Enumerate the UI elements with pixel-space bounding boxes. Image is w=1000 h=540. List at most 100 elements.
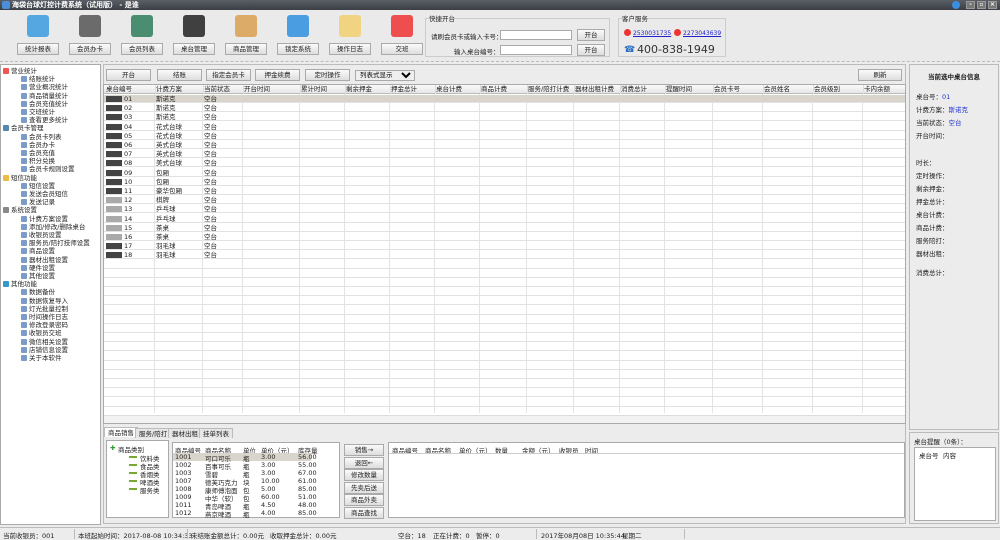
sidebar-group-3[interactable]: 系统设置 [3,206,37,214]
table-row[interactable]: 06 英式台球 空台 [104,141,905,149]
help-icon[interactable] [952,1,960,9]
table-row[interactable]: 11 豪华包厢 空台 [104,187,905,195]
column-header[interactable]: 计费方案 [156,85,204,94]
column-header[interactable]: 押金总计 [391,85,436,94]
column-header[interactable]: 桌台编号 [106,85,156,94]
table-row[interactable]: 12 棋牌 空台 [104,196,905,205]
sidebar-item[interactable]: 发送会员短信 [21,190,68,198]
action-button-2[interactable]: 指定会员卡 [206,69,251,81]
table-row[interactable]: 17 羽毛球 空台 [104,242,905,251]
sidebar-item[interactable]: 营业概况统计 [21,83,68,91]
sidebar-item[interactable]: 店铺信息设置 [21,346,68,354]
close-button[interactable]: × [988,1,997,9]
table-row[interactable]: 15 茶桌 空台 [104,224,905,232]
sidebar-item[interactable]: 会员充值 [21,149,55,157]
toolbar-button-2[interactable]: 会员列表 [121,43,163,55]
sidebar-group-1[interactable]: 会员卡管理 [3,124,44,132]
horizontal-scrollbar[interactable] [104,415,905,423]
table-row[interactable]: 02 斯诺克 空台 [104,104,905,113]
sidebar-item[interactable]: 会员卡规则设置 [21,165,75,173]
table-row[interactable]: 14 乒乓球 空台 [104,215,905,223]
sidebar-item[interactable]: 灯光批量控制 [21,305,68,313]
column-header[interactable]: 消费总计 [621,85,666,94]
product-action-button-1[interactable]: 退回← [344,456,384,469]
product-action-button-4[interactable]: 商品外卖 [344,494,384,506]
sidebar-group-2[interactable]: 短信功能 [3,174,37,182]
column-header[interactable]: 累计时间 [301,85,346,94]
table-row[interactable]: 07 英式台球 空台 [104,150,905,159]
column-header[interactable]: 当前状态 [204,85,244,94]
table-open-button[interactable]: 开台 [577,44,605,56]
view-mode-select[interactable]: 列表式显示 [355,70,415,81]
table-input[interactable] [500,45,572,55]
column-header[interactable]: 服务/陪打计费 [528,85,575,94]
sidebar-item[interactable]: 积分兑换 [21,157,55,165]
sidebar-item[interactable]: 会员充值统计 [21,100,68,108]
action-button-4[interactable]: 定时操作 [305,69,350,81]
product-row[interactable]: 1011 青岛啤酒瓶 4.50 48.00 [173,501,317,511]
sidebar-item[interactable]: 数据备份 [21,288,55,296]
sidebar-item[interactable]: 短信设置 [21,182,55,190]
card-input[interactable] [500,30,572,40]
column-header[interactable]: 会员姓名 [764,85,814,94]
toolbar-button-0[interactable]: 统计报表 [17,43,59,55]
sidebar-item[interactable]: 硬件设置 [21,264,55,272]
tab-1[interactable]: 服务/陪打 [135,428,172,438]
sidebar-item[interactable]: 微信相关设置 [21,338,68,346]
product-action-button-0[interactable]: 销售→ [344,444,384,456]
toolbar-button-7[interactable]: 交班 [381,43,423,55]
sidebar-item[interactable]: 修改登录密码 [21,321,68,329]
minimize-button[interactable]: - [966,1,975,9]
sidebar-item[interactable]: 会员办卡 [21,141,55,149]
product-row[interactable]: 1012 燕京啤酒 瓶 4.00 85.00 [173,509,317,519]
toolbar-button-3[interactable]: 桌台管理 [173,43,215,55]
table-row[interactable]: 09 包厢 空台 [104,169,905,177]
product-row[interactable]: 1001 可口可乐瓶 3.00 56.00 [173,453,317,463]
sidebar-item[interactable]: 收银员交班 [21,329,62,337]
column-header[interactable]: 商品计费 [481,85,528,94]
product-action-button-5[interactable]: 商品查找 [344,506,384,519]
sidebar-item[interactable]: 结账统计 [21,75,55,83]
table-row[interactable]: 01 斯诺克 空台 [104,95,905,103]
action-button-1[interactable]: 结账 [157,69,202,81]
tab-0[interactable]: 商品销售 [104,427,138,437]
tab-3[interactable]: 挂单列表 [199,428,233,438]
toolbar-button-6[interactable]: 操作日志 [329,43,371,55]
sidebar-item[interactable]: 会员卡列表 [21,133,62,141]
sidebar-item[interactable]: 数据恢复导入 [21,297,68,305]
column-header[interactable]: 卡内余额 [864,85,905,94]
qq-link-1[interactable]: 2530031735 [633,30,671,37]
sidebar-group-4[interactable]: 其他功能 [3,280,37,288]
product-row[interactable]: 1009 中华（软）包 60.00 51.00 [173,493,317,503]
product-row[interactable]: 1003 雪碧瓶 3.00 67.00 [173,469,317,479]
column-header[interactable]: 会员级别 [814,85,864,94]
toolbar-button-5[interactable]: 锁定系统 [277,43,319,55]
action-button-0[interactable]: 开台 [106,69,151,81]
table-row[interactable]: 18 羽毛球 空台 [104,251,905,260]
maximize-button[interactable]: ▫ [977,1,986,9]
sidebar-item[interactable]: 添加/修改/删除桌台 [21,223,85,231]
sidebar-item[interactable]: 计费方案设置 [21,215,68,223]
column-header[interactable]: 会员卡号 [714,85,764,94]
sidebar-item[interactable]: 其他设置 [21,272,55,280]
product-action-button-3[interactable]: 先卖后送 [344,481,384,494]
product-row[interactable]: 1008 康师傅泡面包 5.00 85.00 [173,485,317,495]
table-row[interactable]: 05 花式台球 空台 [104,132,905,140]
sidebar-item[interactable]: 发送记录 [21,198,55,206]
sidebar-item[interactable]: 时间操作日志 [21,313,68,321]
category-item[interactable]: 服务类 [140,485,160,495]
sidebar-item[interactable]: 查看更多统计 [21,116,68,124]
qq-link-2[interactable]: 2273043639 [683,30,721,37]
product-action-button-2[interactable]: 修改数量 [344,469,384,481]
column-header[interactable]: 器材出租计费 [575,85,621,94]
sidebar-item[interactable]: 收银员设置 [21,231,62,239]
sidebar-item[interactable]: 服务员/陪打技师设置 [21,239,90,247]
card-open-button[interactable]: 开台 [577,29,605,41]
product-row[interactable]: 1007 德芙巧克力块 10.00 61.00 [173,477,317,487]
sidebar-item[interactable]: 关于本软件 [21,354,62,362]
table-row[interactable]: 16 茶桌 空台 [104,233,905,241]
action-button-3[interactable]: 押金续费 [255,69,300,81]
sidebar-item[interactable]: 商品销量统计 [21,92,68,100]
tab-2[interactable]: 器材出租 [168,428,202,438]
toolbar-button-4[interactable]: 商品管理 [225,43,267,55]
